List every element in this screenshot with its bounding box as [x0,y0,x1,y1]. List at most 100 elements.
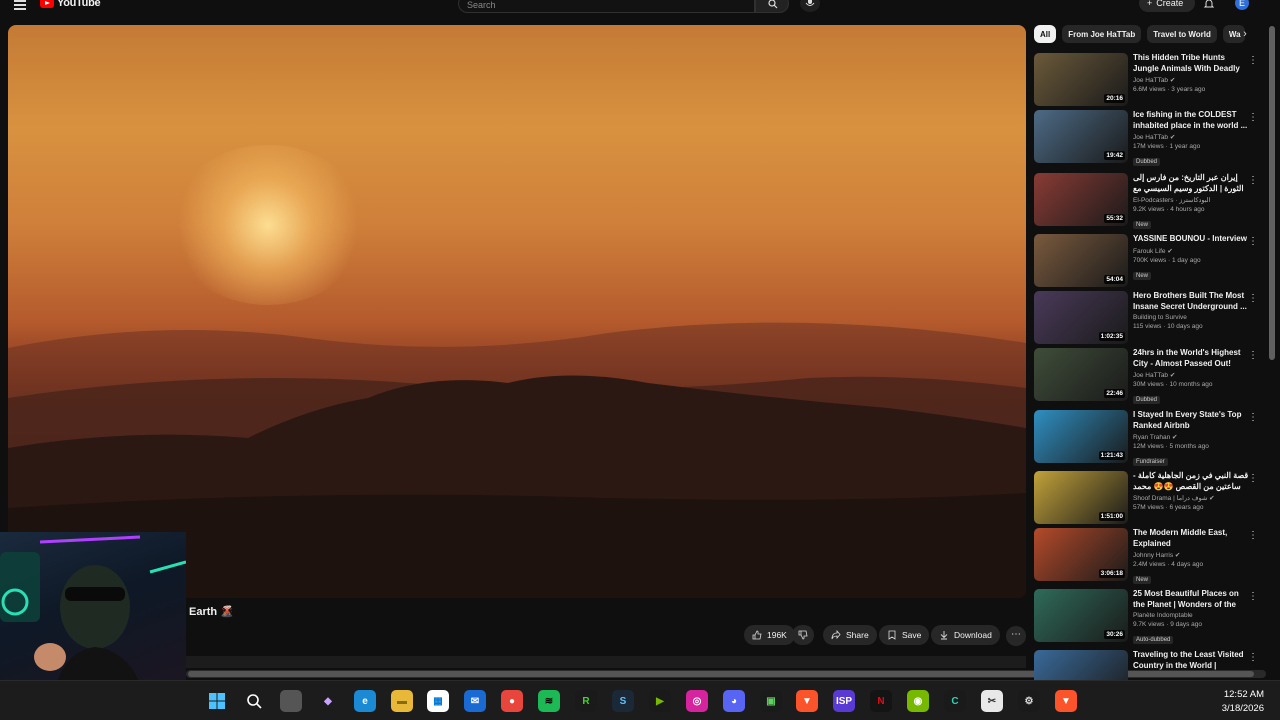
recommendation-thumbnail[interactable]: 1:02:35 [1034,291,1128,344]
kebab-menu-icon[interactable]: ⋮ [1248,175,1258,186]
menu-icon[interactable] [14,0,26,10]
video-player[interactable] [8,25,1026,598]
microphone-icon[interactable] [800,0,820,12]
recommendation-card[interactable]: 30:26 25 Most Beautiful Places on the Pla… [1034,589,1264,645]
recommendation-title[interactable]: Traveling to the Least Visited Country i… [1133,650,1249,671]
recommendation-title[interactable]: 25 Most Beautiful Places on the Planet |… [1133,589,1249,610]
channel-name[interactable]: Joe HaTTab ✔ [1133,133,1249,141]
vertical-scrollbar-thumb[interactable] [1269,26,1275,360]
search-input[interactable]: Search [458,0,755,13]
razer-icon[interactable]: R [575,690,597,712]
settings-icon[interactable]: ⚙ [1018,690,1040,712]
edge-icon[interactable]: e [354,690,376,712]
kebab-menu-icon[interactable]: ⋮ [1248,350,1258,361]
recommendation-thumbnail[interactable]: 1:21:43 [1034,410,1128,463]
instagram-icon[interactable]: ◎ [686,690,708,712]
recommendation-thumbnail[interactable]: 1:51:00 [1034,471,1128,524]
recommendation-thumbnail[interactable]: 20:16 [1034,53,1128,106]
brave-active-icon[interactable]: ▼ [1055,690,1077,712]
channel-name[interactable]: Farouk Life ✔ [1133,247,1249,255]
dislike-button[interactable] [792,625,814,645]
file-explorer-icon[interactable]: ▬ [391,690,413,712]
recommendation-title[interactable]: قصة النبي في زمن الجاهلية كاملة - ساعتين… [1133,471,1249,492]
recommendation-thumbnail[interactable]: 30:26 [1034,589,1128,642]
channel-name[interactable]: El-Podcasters · البودكاسترز [1133,196,1249,204]
kebab-menu-icon[interactable]: ⋮ [1248,591,1258,602]
nvidia-app-icon[interactable]: ▶ [649,690,671,712]
spotify-icon[interactable]: ≋ [538,690,560,712]
microsoft-store-icon[interactable]: ▦ [427,690,449,712]
netflix-icon[interactable]: N [870,690,892,712]
recommendation-card[interactable]: 54:04 YASSINE BOUNOU - Interview Farouk Li… [1034,234,1264,290]
steam-icon[interactable]: S [612,690,634,712]
isp-app-icon[interactable]: ISP [833,690,855,712]
chip-from-channel[interactable]: From Joe HaTTab [1062,25,1142,43]
recommendation-card[interactable]: 1:21:43 I Stayed In Every State's Top Ran… [1034,410,1264,466]
recommendation-thumbnail[interactable]: 55:32 [1034,173,1128,226]
recommendation-card[interactable]: 1:02:35 Hero Brothers Built The Most Insa… [1034,291,1264,347]
recommendation-card[interactable]: 22:46 24hrs in the World's Highest City -… [1034,348,1264,404]
channel-name[interactable]: Ryan Trahan ✔ [1133,433,1249,441]
kebab-menu-icon[interactable]: ⋮ [1248,293,1258,304]
search-button[interactable] [755,0,789,13]
recommendation-card[interactable]: 20:16 This Hidden Tribe Hunts Jungle Anim… [1034,53,1264,109]
gamebar-icon[interactable]: ▣ [760,690,782,712]
windows-start-icon[interactable] [206,690,228,712]
channel-name[interactable]: Joe HaTTab ✔ [1133,76,1249,84]
copilot-icon[interactable]: ◆ [317,690,339,712]
like-button[interactable]: 196K [744,625,795,645]
search-icon[interactable] [243,690,265,712]
create-button[interactable]: + Create [1139,0,1195,12]
recommendation-thumbnail[interactable]: 22:46 [1034,348,1128,401]
chip-travel[interactable]: Travel to World [1147,25,1217,43]
channel-name[interactable]: Johnny Harris ✔ [1133,551,1249,559]
system-clock[interactable]: 12:52 AM 3/18/2026 [1222,688,1264,716]
vertical-scrollbar[interactable] [1268,14,1276,670]
recommendation-title[interactable]: Hero Brothers Built The Most Insane Secr… [1133,291,1249,312]
recommendation-title[interactable]: Ice fishing in the COLDEST inhabited pla… [1133,110,1249,131]
more-actions-button[interactable]: ⋯ [1006,626,1026,646]
notifications-bell-icon[interactable] [1203,0,1215,9]
kebab-menu-icon[interactable]: ⋮ [1248,652,1258,663]
kebab-menu-icon[interactable]: ⋮ [1248,473,1258,484]
channel-name[interactable]: Planète Indomptable [1133,612,1249,619]
recommendation-title[interactable]: 24hrs in the World's Highest City - Almo… [1133,348,1249,369]
snipping-tool-icon[interactable]: ✂ [981,690,1003,712]
save-button[interactable]: Save [879,625,930,645]
recommendation-thumbnail[interactable]: 19:42 [1034,110,1128,163]
youtube-logo[interactable]: YouTube [40,0,101,10]
share-button[interactable]: Share [823,625,877,645]
recommendation-title[interactable]: إيران عبر التاريخ: من فارس إلى الثورة | … [1133,173,1249,194]
account-avatar[interactable]: E [1235,0,1249,10]
chrome-icon[interactable]: ● [501,690,523,712]
recommendation-thumbnail[interactable]: 54:04 [1034,234,1128,287]
brave-icon[interactable]: ▼ [796,690,818,712]
duration-badge: 1:02:35 [1098,332,1125,341]
recommendation-card[interactable]: 55:32 إيران عبر التاريخ: من فارس إلى الثو… [1034,173,1264,229]
kebab-menu-icon[interactable]: ⋮ [1248,236,1258,247]
recommendation-title[interactable]: YASSINE BOUNOU - Interview [1133,234,1249,245]
nvidia-icon[interactable]: ◉ [907,690,929,712]
channel-name[interactable]: Shoof Drama | شوف دراما ✔ [1133,494,1249,502]
chip-all[interactable]: All [1034,25,1057,43]
recommendation-card[interactable]: 1:51:00 قصة النبي في زمن الجاهلية كاملة -… [1034,471,1264,527]
recommendation-title[interactable]: I Stayed In Every State's Top Ranked Air… [1133,410,1249,431]
kebab-menu-icon[interactable]: ⋮ [1248,112,1258,123]
kebab-menu-icon[interactable]: ⋮ [1248,55,1258,66]
task-view-icon[interactable] [280,690,302,712]
recommendation-card[interactable]: 19:42 Ice fishing in the COLDEST inhabite… [1034,110,1264,166]
recommendation-thumbnail[interactable]: 3:06:18 [1034,528,1128,581]
view-stats: 9.2K views · 4 hours ago [1133,206,1205,213]
channel-name[interactable]: Building to Survive [1133,314,1249,321]
recommendation-title[interactable]: This Hidden Tribe Hunts Jungle Animals W… [1133,53,1249,74]
recommendation-card[interactable]: 3:06:18 The Modern Middle East, Explained… [1034,528,1264,584]
discord-icon[interactable]: ◕ [723,690,745,712]
kebab-menu-icon[interactable]: ⋮ [1248,530,1258,541]
curl-app-icon[interactable]: C [944,690,966,712]
recommendation-title[interactable]: The Modern Middle East, Explained [1133,528,1249,549]
download-button[interactable]: Download [931,625,1000,645]
kebab-menu-icon[interactable]: ⋮ [1248,412,1258,423]
chevron-right-icon[interactable]: › [1237,28,1253,44]
channel-name[interactable]: Joe HaTTab ✔ [1133,371,1249,379]
outlook-icon[interactable]: ✉ [464,690,486,712]
